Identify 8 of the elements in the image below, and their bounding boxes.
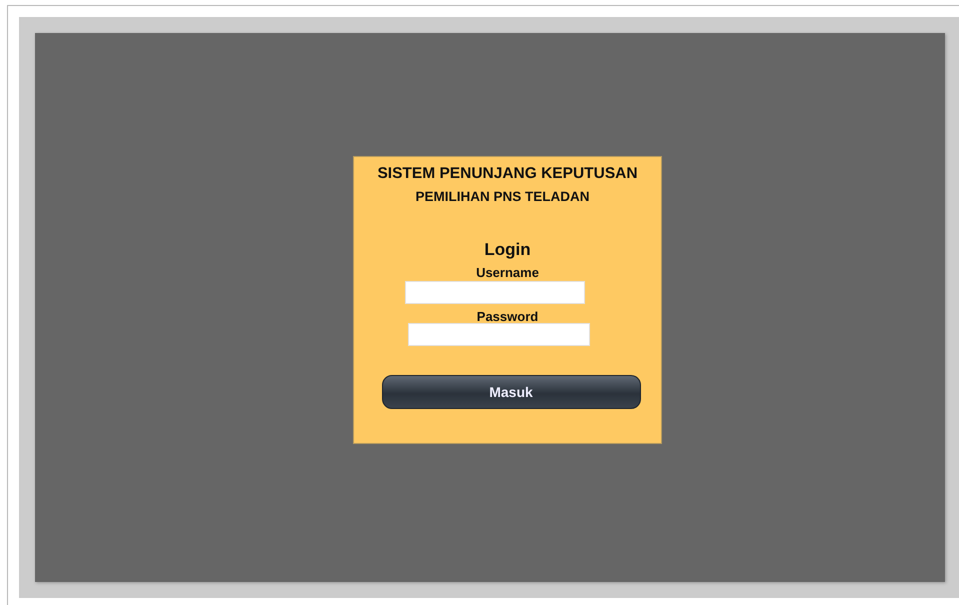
input-field[interactable] [404, 281, 584, 304]
login-heading: Login [484, 240, 531, 260]
field-label: Username [476, 265, 539, 280]
app-title: SISTEM PENUNJANG KEPUTUSAN [377, 165, 638, 183]
field-label: Password [476, 309, 538, 324]
login-button[interactable]: Masuk [382, 375, 640, 409]
input-field[interactable] [408, 323, 590, 346]
app-subtitle: PEMILIHAN PNS TELADAN [415, 189, 590, 204]
